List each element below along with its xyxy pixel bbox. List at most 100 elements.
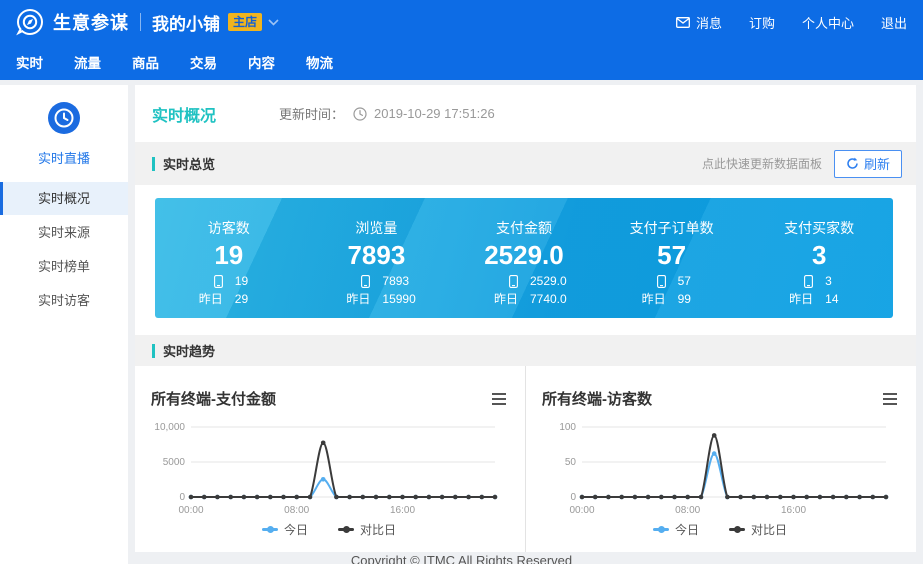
svg-text:50: 50 xyxy=(565,457,577,468)
messages-link[interactable]: 消息 xyxy=(676,13,722,32)
nav-item-products[interactable]: 商品 xyxy=(132,52,159,72)
svg-text:00:00: 00:00 xyxy=(178,505,203,516)
chevron-down-icon[interactable] xyxy=(268,19,279,26)
shop-name[interactable]: 我的小铺 xyxy=(152,10,220,35)
nav-item-trade[interactable]: 交易 xyxy=(190,52,217,72)
chart-card-payment: 所有终端-支付金额 0 5000 10,000 00:00 08:00 16:00 今日 对… xyxy=(135,366,526,552)
sidebar-item-realtime-overview[interactable]: 实时概况 xyxy=(0,182,128,215)
sidebar-item-realtime-sources[interactable]: 实时来源 xyxy=(0,216,128,249)
stat-label: 支付买家数 xyxy=(745,218,893,238)
svg-text:08:00: 08:00 xyxy=(284,505,309,516)
logout-link[interactable]: 退出 xyxy=(881,13,907,32)
clock-icon xyxy=(47,101,81,135)
mobile-phone-icon xyxy=(626,274,666,288)
envelope-icon xyxy=(676,17,690,28)
mobile-phone-icon xyxy=(773,274,813,288)
sidebar: 实时直播 实时概况 实时来源 实时榜单 实时访客 xyxy=(0,85,128,564)
chart-legend: 今日 对比日 xyxy=(151,521,507,538)
stat-yesterday-value: 7740.0 xyxy=(518,292,570,306)
stat-yesterday-value: 99 xyxy=(666,292,718,306)
yesterday-label: 昨日 xyxy=(478,292,518,306)
stat-card-pageviews: 浏览量 7893 7893 昨日15990 xyxy=(303,218,451,306)
nav-item-traffic[interactable]: 流量 xyxy=(74,52,101,72)
svg-text:16:00: 16:00 xyxy=(781,505,806,516)
refresh-button[interactable]: 刷新 xyxy=(834,150,902,178)
stat-mobile-value: 3 xyxy=(813,274,865,288)
trend-section-header: 实时趋势 xyxy=(135,335,916,366)
mobile-phone-icon xyxy=(478,274,518,288)
stat-value: 7893 xyxy=(303,240,451,270)
yesterday-label: 昨日 xyxy=(773,292,813,306)
stat-mobile-value: 19 xyxy=(223,274,275,288)
stat-label: 访客数 xyxy=(155,218,303,238)
stat-mobile-value: 57 xyxy=(666,274,718,288)
svg-text:100: 100 xyxy=(559,422,576,433)
stat-label: 支付子订单数 xyxy=(598,218,746,238)
yesterday-label: 昨日 xyxy=(183,292,223,306)
app-root: 生意参谋 我的小铺 主店 消息 订购 个人中心 退出 实时 流量 商品 交易 内… xyxy=(0,0,923,564)
shop-badge: 主店 xyxy=(228,13,262,31)
header-utility-links: 消息 订购 个人中心 退出 xyxy=(676,13,907,32)
chart-title: 所有终端-访客数 xyxy=(542,388,652,409)
top-header: 生意参谋 我的小铺 主店 消息 订购 个人中心 退出 实时 流量 商品 交易 内… xyxy=(0,0,923,80)
update-time-value: 2019-10-29 17:51:26 xyxy=(374,106,495,121)
stat-card-paid-suborders: 支付子订单数 57 57 昨日99 xyxy=(598,218,746,306)
chart-card-visitors: 所有终端-访客数 05010000:0008:0016:00 今日对比日 xyxy=(526,366,916,552)
svg-text:0: 0 xyxy=(179,492,185,503)
svg-text:16:00: 16:00 xyxy=(390,505,415,516)
main-panel: 实时概况 更新时间： 2019-10-29 17:51:26 实时总览 点此快速… xyxy=(135,85,916,552)
legend-item[interactable]: 今日 xyxy=(262,521,308,538)
refresh-hint-text: 点此快速更新数据面板 xyxy=(702,155,822,172)
stat-label: 浏览量 xyxy=(303,218,451,238)
subscribe-link[interactable]: 订购 xyxy=(749,13,775,32)
svg-text:10,000: 10,000 xyxy=(154,422,185,433)
stats-band: 访客数 19 19 昨日29 浏览量 7893 7893 昨日15990 支付金… xyxy=(155,198,893,318)
sycm-logo-icon xyxy=(16,8,44,36)
header-row-primary: 生意参谋 我的小铺 主店 消息 订购 个人中心 退出 xyxy=(0,0,923,44)
stats-band-wrap: 访客数 19 19 昨日29 浏览量 7893 7893 昨日15990 支付金… xyxy=(135,185,916,318)
legend-item[interactable]: 对比日 xyxy=(338,521,396,538)
stat-card-paid-buyers: 支付买家数 3 3 昨日14 xyxy=(745,218,893,306)
svg-text:00:00: 00:00 xyxy=(569,505,594,516)
page-title-row: 实时概况 更新时间： 2019-10-29 17:51:26 xyxy=(135,85,916,142)
legend-item[interactable]: 对比日 xyxy=(729,521,787,538)
nav-item-logistics[interactable]: 物流 xyxy=(306,52,333,72)
refresh-icon xyxy=(846,157,859,170)
profile-link[interactable]: 个人中心 xyxy=(802,13,854,32)
sidebar-group-live[interactable]: 实时直播 xyxy=(0,85,128,181)
section-accent-bar xyxy=(152,157,155,171)
line-chart-payment: 0 5000 10,000 00:00 08:00 16:00 xyxy=(151,419,503,519)
legend-item[interactable]: 今日 xyxy=(653,521,699,538)
mobile-phone-icon xyxy=(330,274,370,288)
stat-value: 2529.0 xyxy=(450,240,598,270)
brand-title: 生意参谋 xyxy=(53,9,129,35)
hamburger-menu-icon[interactable] xyxy=(882,392,898,406)
chart-title: 所有终端-支付金额 xyxy=(151,388,276,409)
stat-yesterday-value: 14 xyxy=(813,292,865,306)
nav-item-realtime[interactable]: 实时 xyxy=(16,52,43,72)
stat-value: 19 xyxy=(155,240,303,270)
yesterday-label: 昨日 xyxy=(626,292,666,306)
yesterday-label: 昨日 xyxy=(330,292,370,306)
line-chart-visitors: 05010000:0008:0016:00 xyxy=(542,419,894,519)
chart-legend: 今日 对比日 xyxy=(542,521,898,538)
nav-item-content[interactable]: 内容 xyxy=(248,52,275,72)
sidebar-group-label: 实时直播 xyxy=(0,148,128,167)
page-title: 实时概况 xyxy=(152,102,216,126)
sidebar-item-realtime-ranking[interactable]: 实时榜单 xyxy=(0,250,128,283)
stat-yesterday-value: 29 xyxy=(223,292,275,306)
main-nav: 实时 流量 商品 交易 内容 物流 xyxy=(0,44,923,80)
hamburger-menu-icon[interactable] xyxy=(491,392,507,406)
trend-charts: 所有终端-支付金额 0 5000 10,000 00:00 08:00 16:00 今日 对… xyxy=(135,366,916,552)
sidebar-item-realtime-visitors[interactable]: 实时访客 xyxy=(0,284,128,317)
svg-text:08:00: 08:00 xyxy=(675,505,700,516)
update-time-label: 更新时间： xyxy=(279,104,344,123)
stat-value: 57 xyxy=(598,240,746,270)
svg-text:5000: 5000 xyxy=(163,457,186,468)
trend-section-title: 实时趋势 xyxy=(163,341,215,360)
stat-card-visitors: 访客数 19 19 昨日29 xyxy=(155,218,303,306)
stat-mobile-value: 2529.0 xyxy=(518,274,570,288)
stat-yesterday-value: 15990 xyxy=(370,292,422,306)
overview-section-header: 实时总览 点此快速更新数据面板 刷新 xyxy=(135,142,916,185)
section-accent-bar xyxy=(152,344,155,358)
